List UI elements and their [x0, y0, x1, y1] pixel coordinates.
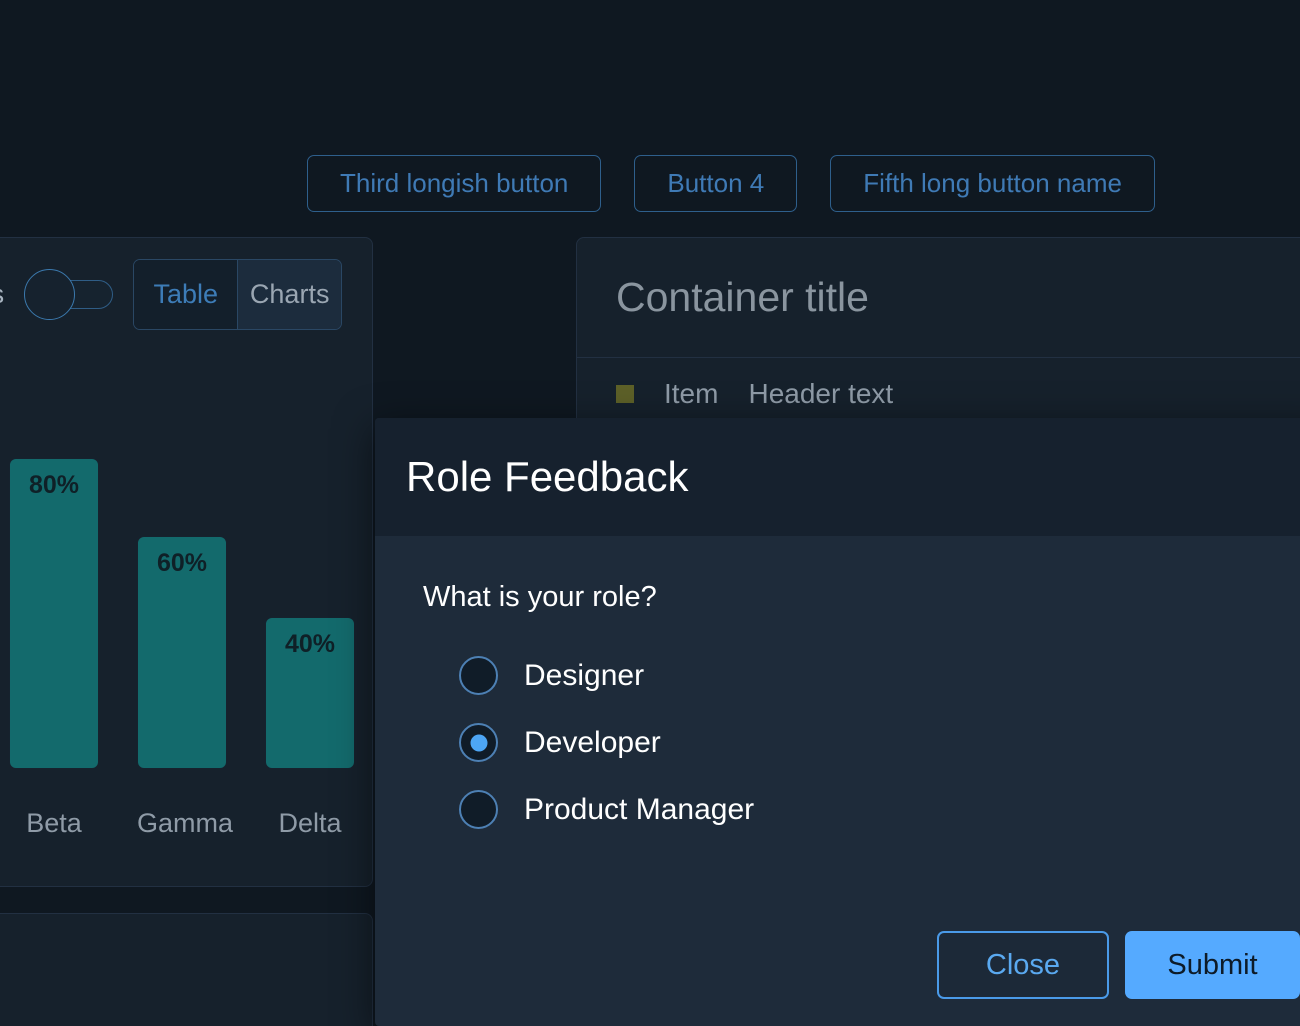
radio-option-developer[interactable]: Developer [459, 723, 1300, 762]
role-feedback-dialog: Role Feedback What is your role? Designe… [375, 418, 1300, 1026]
close-button[interactable]: Close [937, 931, 1109, 999]
bar-chart: 100% 80% 60% 40% Alpha Beta Gamma Delta [0, 350, 372, 886]
dialog-footer: Close Submit [375, 904, 1300, 1026]
secondary-panel [0, 913, 373, 1026]
submit-button[interactable]: Submit [1125, 931, 1300, 999]
toggle-knob[interactable] [24, 269, 76, 320]
dialog-question: What is your role? [423, 581, 657, 613]
bar-chart-bars: 100% 80% 60% 40% [0, 399, 355, 769]
bar-beta[interactable]: 80% [9, 458, 99, 769]
fifth-long-button-name[interactable]: Fifth long button name [830, 155, 1155, 212]
charts-panel: Show values Table Charts 100% 80% 60% 40… [0, 237, 373, 887]
radio-label-product-manager: Product Manager [524, 792, 755, 826]
table-cell-header-text: Header text [748, 378, 894, 409]
third-longish-button[interactable]: Third longish button [307, 155, 602, 212]
category-label-delta: Delta [278, 808, 342, 838]
radio-label-designer: Designer [524, 658, 645, 692]
bar-value-label: 80% [28, 471, 80, 500]
page-title: Container title [577, 238, 1300, 358]
show-values-label: Show values [0, 279, 4, 310]
dialog-header: Role Feedback [375, 418, 1300, 536]
bar-delta[interactable]: 40% [265, 617, 355, 769]
table-cell-item: Item [664, 378, 719, 409]
dialog-body: What is your role? Designer Developer Pr… [375, 536, 1300, 904]
show-values-toggle[interactable] [24, 269, 114, 320]
radio-option-product-manager[interactable]: Product Manager [459, 790, 1300, 829]
view-mode-segmented-control[interactable]: Table Charts [133, 258, 342, 330]
toolbar: Third longish button Button 4 Fifth long… [307, 155, 1155, 212]
radio-label-developer: Developer [524, 725, 661, 759]
radio-icon[interactable] [459, 790, 498, 829]
category-label-beta: Beta [26, 808, 82, 838]
bar-chart-category-axis: Alpha Beta Gamma Delta [0, 808, 355, 839]
bar-value-label: 60% [156, 548, 208, 577]
dialog-title: Role Feedback [406, 453, 689, 500]
tab-charts[interactable]: Charts [237, 259, 341, 329]
category-label-gamma: Gamma [137, 808, 234, 838]
radio-icon-selected[interactable] [459, 723, 498, 762]
role-radio-group[interactable]: Designer Developer Product Manager [423, 656, 1300, 829]
tab-table[interactable]: Table [134, 259, 238, 329]
bar-gamma[interactable]: 60% [137, 535, 227, 769]
radio-icon[interactable] [459, 656, 498, 695]
color-swatch-icon [616, 385, 634, 403]
button-4[interactable]: Button 4 [634, 155, 798, 212]
charts-panel-header: Show values Table Charts [0, 238, 372, 350]
radio-option-designer[interactable]: Designer [459, 656, 1300, 695]
bar-value-label: 40% [284, 630, 336, 659]
